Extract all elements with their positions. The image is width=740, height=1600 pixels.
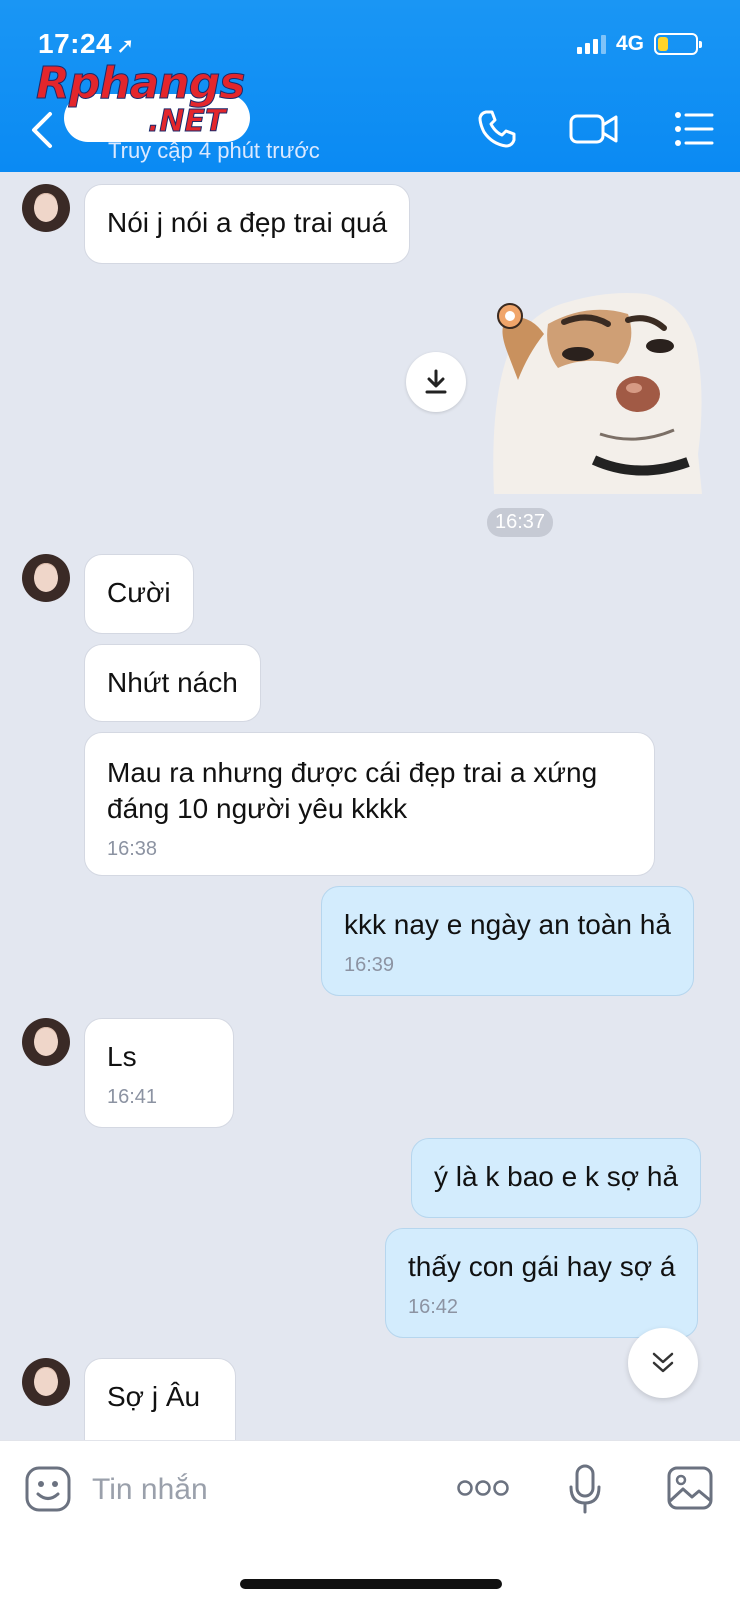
download-icon — [425, 369, 447, 394]
list-menu-icon[interactable] — [672, 106, 718, 152]
message-bubble-outgoing[interactable]: thấy con gái hay sợ á 16:42 — [385, 1228, 699, 1338]
double-chevron-down-icon — [652, 1352, 674, 1373]
message-text: Nhứt nách — [107, 667, 238, 698]
phone-icon[interactable] — [474, 106, 520, 152]
message-text: ý là k bao e k sợ hả — [434, 1161, 679, 1192]
message-text: Mau ra nhưng được cái đẹp trai a xứng đá… — [107, 757, 598, 824]
video-camera-icon[interactable] — [568, 106, 620, 152]
dog-sticker[interactable] — [488, 284, 710, 498]
message-bubble-outgoing[interactable]: kkk nay e ngày an toàn hả 16:39 — [321, 886, 694, 996]
status-time: 17:24 ➚ — [38, 28, 135, 60]
image-icon[interactable] — [666, 1465, 714, 1511]
watermark-logo: Rphangs .NET — [35, 58, 266, 142]
avatar[interactable] — [22, 184, 70, 232]
message-bubble-outgoing[interactable]: ý là k bao e k sợ hả — [411, 1138, 702, 1218]
message-text: Sợ j Âu — [107, 1381, 201, 1412]
last-seen-status: Truy cập 4 phút trước — [108, 138, 320, 163]
location-arrow-icon: ➚ — [116, 33, 136, 58]
message-timestamp: 16:39 — [344, 954, 395, 976]
avatar[interactable] — [22, 1018, 70, 1066]
emoji-face-icon[interactable] — [24, 1465, 72, 1513]
microphone-icon[interactable] — [568, 1463, 602, 1515]
sticker-timestamp: 16:37 — [487, 508, 554, 537]
signal-icon — [576, 34, 606, 54]
message-bubble-incoming[interactable]: Sợ j Âu — [84, 1358, 236, 1440]
message-timestamp: 16:38 — [107, 838, 158, 860]
message-input[interactable] — [92, 1465, 432, 1515]
message-text: Nói j nói a đẹp trai quá — [107, 207, 388, 238]
status-time-text: 17:24 — [38, 28, 113, 59]
message-bubble-incoming[interactable]: Nhứt nách — [84, 644, 261, 722]
battery-icon — [654, 33, 702, 55]
message-bubble-incoming[interactable]: Cười — [84, 554, 194, 634]
message-composer — [0, 1440, 740, 1600]
avatar[interactable] — [22, 1358, 70, 1406]
network-type: 4G — [615, 32, 644, 55]
message-timestamp: 16:42 — [408, 1296, 459, 1318]
message-bubble-incoming[interactable]: Nói j nói a đẹp trai quá — [84, 184, 411, 264]
avatar[interactable] — [22, 554, 70, 602]
message-timestamp: 16:41 — [107, 1086, 158, 1108]
message-list[interactable]: Nói j nói a đẹp trai quá 16:37 Cười Nhứt… — [0, 172, 740, 1440]
status-indicators: 4G — [576, 32, 702, 56]
scroll-to-bottom-button[interactable] — [628, 1328, 698, 1398]
chat-header: 17:24 ➚ 4G Rphangs .NET Truy cập 4 phút t… — [0, 0, 740, 172]
download-button[interactable] — [406, 352, 466, 412]
more-dots-icon[interactable] — [456, 1477, 510, 1499]
message-text: Cười — [107, 577, 171, 608]
message-bubble-incoming[interactable]: Ls 16:41 — [84, 1018, 234, 1128]
watermark-bottom: .NET — [147, 104, 226, 140]
message-text: kkk nay e ngày an toàn hả — [344, 909, 671, 940]
watermark-top: Rphangs — [35, 58, 245, 110]
home-indicator — [240, 1579, 502, 1589]
message-text: thấy con gái hay sợ á — [408, 1251, 676, 1282]
message-bubble-incoming[interactable]: Mau ra nhưng được cái đẹp trai a xứng đá… — [84, 732, 655, 876]
message-text: Ls — [107, 1041, 137, 1072]
